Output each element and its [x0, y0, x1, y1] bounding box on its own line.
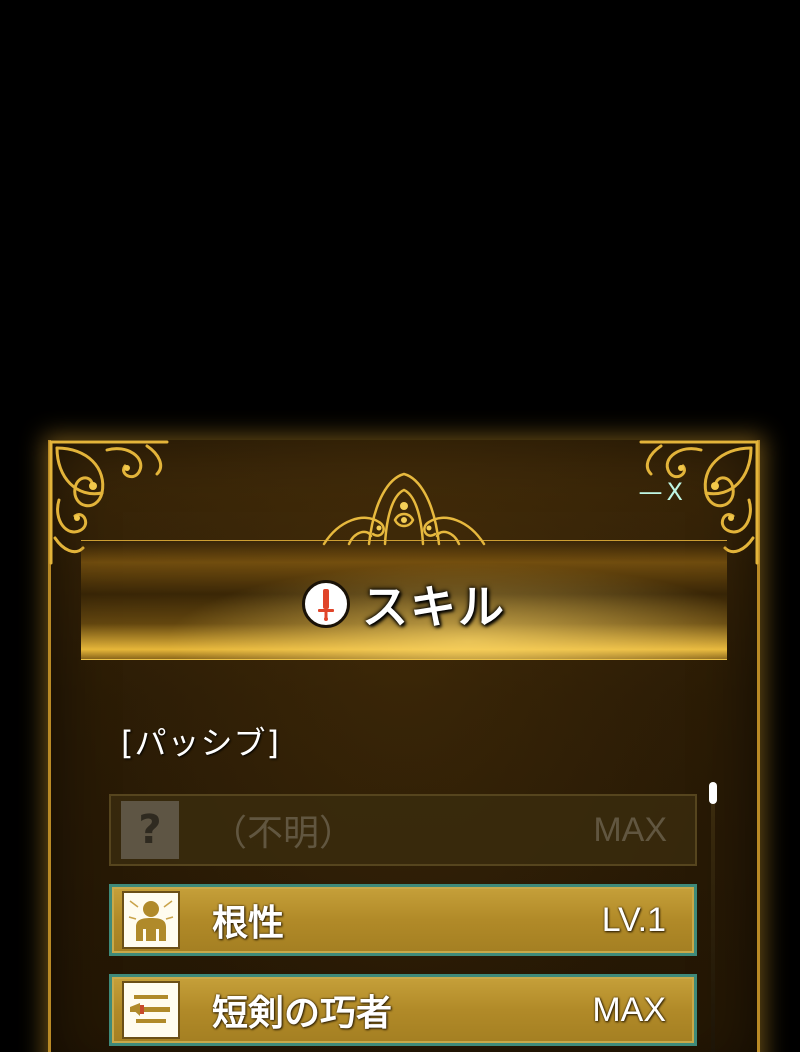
skill-name: （不明）	[211, 813, 356, 854]
skill-list: ? （不明） MAX 根性 LV.1 短剣の巧者 MAX	[109, 794, 697, 1052]
close-button[interactable]: X	[667, 480, 683, 504]
sword-circle-icon	[302, 580, 350, 628]
skill-row-unknown[interactable]: ? （不明） MAX	[109, 794, 697, 866]
scrollbar-track[interactable]	[711, 788, 715, 1052]
person-icon	[122, 891, 180, 949]
dagger-icon	[122, 981, 180, 1039]
window-controls: — X	[639, 480, 683, 504]
skill-row-konjou[interactable]: 根性 LV.1	[109, 884, 697, 956]
skill-name: 短剣の巧者	[212, 993, 393, 1034]
title-banner: スキル	[81, 540, 727, 660]
skill-name: 根性	[212, 903, 285, 944]
skill-level: LV.1	[601, 900, 666, 939]
window-title: スキル	[362, 580, 506, 634]
title-group: スキル	[81, 571, 727, 637]
skill-window: — X スキル [パッシブ] ? （不明） MAX 根性 LV.1 短剣の巧者 …	[48, 440, 760, 1052]
minimize-button[interactable]: —	[639, 480, 663, 504]
crown-ornament-icon	[322, 472, 486, 546]
skill-level: MAX	[592, 990, 666, 1029]
game-screen: — X スキル [パッシブ] ? （不明） MAX 根性 LV.1 短剣の巧者 …	[0, 0, 800, 1052]
skill-row-dagger-master[interactable]: 短剣の巧者 MAX	[109, 974, 697, 1046]
scrollbar-thumb[interactable]	[709, 782, 717, 804]
question-icon: ?	[121, 801, 179, 859]
section-label-passive: [パッシブ]	[121, 724, 280, 762]
skill-level: MAX	[593, 810, 667, 849]
